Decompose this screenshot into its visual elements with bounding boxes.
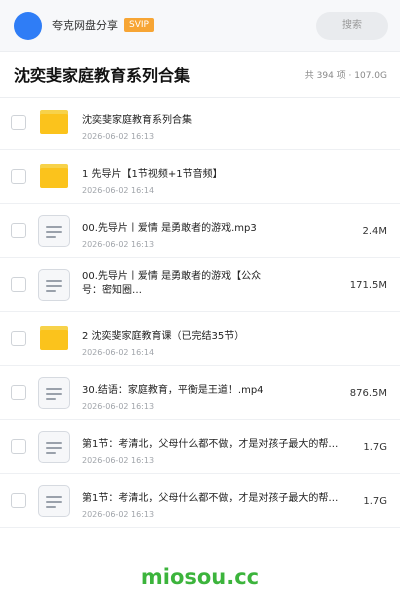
file-name: 沈奕斐家庭教育系列合集 <box>82 115 192 126</box>
select-checkbox[interactable] <box>11 277 26 292</box>
list-item[interactable]: 2 沈奕斐家庭教育课（已完结35节） 2026-06-02 16:14 <box>0 312 400 366</box>
item-count-size: 共 394 项 · 107.0G <box>304 71 387 81</box>
file-doc-icon <box>38 269 70 301</box>
folder-icon <box>40 164 68 188</box>
select-checkbox[interactable] <box>11 169 26 184</box>
list-item[interactable]: 00.先导片丨爱情 是勇敢者的游戏【公众号：密知圈… 171.5M <box>0 258 400 312</box>
file-size: 1.7G <box>363 442 387 453</box>
file-name: 第1节：考清北，父母什么都不做，才是对孩子最大的帮… <box>82 439 339 450</box>
list-item[interactable]: 第1节：考清北，父母什么都不做，才是对孩子最大的帮… 2026-06-02 16… <box>0 474 400 528</box>
site-watermark: miosou.cc <box>140 565 260 589</box>
file-name: 第1节：考清北，父母什么都不做，才是对孩子最大的帮… <box>82 493 339 504</box>
file-size: 2.4M <box>362 226 387 237</box>
select-checkbox[interactable] <box>11 331 26 346</box>
file-date: 2026-06-02 16:13 <box>82 456 155 465</box>
file-name: 00.先导片丨爱情 是勇敢者的游戏【公众号：密知圈… <box>82 271 262 296</box>
folder-icon <box>40 326 68 350</box>
list-item[interactable]: 沈奕斐家庭教育系列合集 2026-06-02 16:13 <box>0 96 400 150</box>
page-title: 沈奕斐家庭教育系列合集 <box>14 66 191 85</box>
file-date: 2026-06-02 16:13 <box>82 510 155 519</box>
select-checkbox[interactable] <box>11 115 26 130</box>
list-item[interactable]: 1 先导片【1节视频+1节音频】 2026-06-02 16:14 <box>0 150 400 204</box>
file-name: 00.先导片丨爱情 是勇敢者的游戏.mp3 <box>82 223 257 234</box>
file-size: 171.5M <box>349 280 387 291</box>
file-doc-icon <box>38 377 70 409</box>
list-item[interactable]: 第1节：考清北，父母什么都不做，才是对孩子最大的帮… 2026-06-02 16… <box>0 420 400 474</box>
file-date: 2026-06-02 16:14 <box>82 348 155 357</box>
folder-icon <box>40 110 68 134</box>
select-checkbox[interactable] <box>11 223 26 238</box>
file-doc-icon <box>38 485 70 517</box>
app-header: 夸克网盘分享 SVIP 搜索 <box>0 0 400 52</box>
file-date: 2026-06-02 16:13 <box>82 132 155 141</box>
file-doc-icon <box>38 431 70 463</box>
file-list: 沈奕斐家庭教育系列合集 2026-06-02 16:13 1 先导片【1节视频+… <box>0 96 400 528</box>
folder-title-bar: 沈奕斐家庭教育系列合集 共 394 项 · 107.0G <box>0 52 400 98</box>
list-item[interactable]: 00.先导片丨爱情 是勇敢者的游戏.mp3 2026-06-02 16:13 2… <box>0 204 400 258</box>
file-doc-icon <box>38 215 70 247</box>
file-date: 2026-06-02 16:14 <box>82 186 155 195</box>
file-size: 876.5M <box>349 388 387 399</box>
list-item[interactable]: 30.结语：家庭教育，平衡是王道！.mp4 2026-06-02 16:13 8… <box>0 366 400 420</box>
search-input[interactable]: 搜索 <box>316 12 388 40</box>
file-name: 30.结语：家庭教育，平衡是王道！.mp4 <box>82 385 264 396</box>
select-checkbox[interactable] <box>11 493 26 508</box>
file-size: 1.7G <box>363 496 387 507</box>
file-name: 1 先导片【1节视频+1节音频】 <box>82 169 223 180</box>
select-checkbox[interactable] <box>11 439 26 454</box>
avatar[interactable] <box>14 12 42 40</box>
file-name: 2 沈奕斐家庭教育课（已完结35节） <box>82 331 245 342</box>
select-checkbox[interactable] <box>11 385 26 400</box>
file-date: 2026-06-02 16:13 <box>82 240 155 249</box>
share-username: 夸克网盘分享 <box>52 19 118 32</box>
svip-badge: SVIP <box>124 18 154 32</box>
file-date: 2026-06-02 16:13 <box>82 402 155 411</box>
